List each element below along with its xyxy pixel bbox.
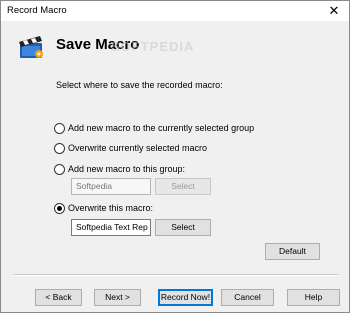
- window-title: Record Macro: [7, 5, 67, 16]
- cancel-button[interactable]: Cancel: [221, 289, 274, 306]
- option-overwrite-this-macro[interactable]: Overwrite this macro:: [54, 201, 153, 215]
- title-bar[interactable]: Record Macro ✕: [1, 1, 349, 21]
- option-add-to-this-group[interactable]: Add new macro to this group:: [54, 162, 185, 176]
- record-now-button[interactable]: Record Now!: [158, 289, 213, 306]
- back-button[interactable]: < Back: [35, 289, 82, 306]
- option-label: Add new macro to this group:: [68, 164, 186, 174]
- footer-separator: [13, 274, 339, 276]
- group-name-field[interactable]: Softpedia: [71, 178, 151, 195]
- option-label: Overwrite this macro:: [68, 203, 154, 213]
- radio-add-to-this-group[interactable]: [54, 163, 65, 175]
- radio-overwrite-selected[interactable]: [54, 142, 65, 154]
- macro-name-field[interactable]: Softpedia Text Rep: [71, 219, 151, 236]
- instruction-text: Select where to save the recorded macro:: [56, 80, 223, 90]
- softpedia-watermark: SOFTPEDIA: [111, 39, 195, 54]
- option-add-to-selected-group[interactable]: Add new macro to the currently selected …: [54, 121, 254, 135]
- close-icon: ✕: [328, 3, 340, 18]
- option-label: Overwrite currently selected macro: [68, 143, 208, 153]
- radio-overwrite-this-macro[interactable]: [54, 202, 65, 214]
- option-label: Add new macro to the currently selected …: [68, 123, 255, 133]
- clapperboard-icon: [19, 36, 43, 58]
- help-button[interactable]: Help: [287, 289, 340, 306]
- next-button[interactable]: Next >: [94, 289, 141, 306]
- option-overwrite-selected[interactable]: Overwrite currently selected macro: [54, 141, 207, 155]
- close-button[interactable]: ✕: [319, 1, 349, 21]
- default-button[interactable]: Default: [265, 243, 320, 260]
- select-macro-button[interactable]: Select: [155, 219, 211, 236]
- select-group-button[interactable]: Select: [155, 178, 211, 195]
- record-macro-window: Record Macro ✕ Save Macro SOFTPEDIA Sele…: [0, 0, 350, 313]
- radio-add-to-selected-group[interactable]: [54, 122, 65, 134]
